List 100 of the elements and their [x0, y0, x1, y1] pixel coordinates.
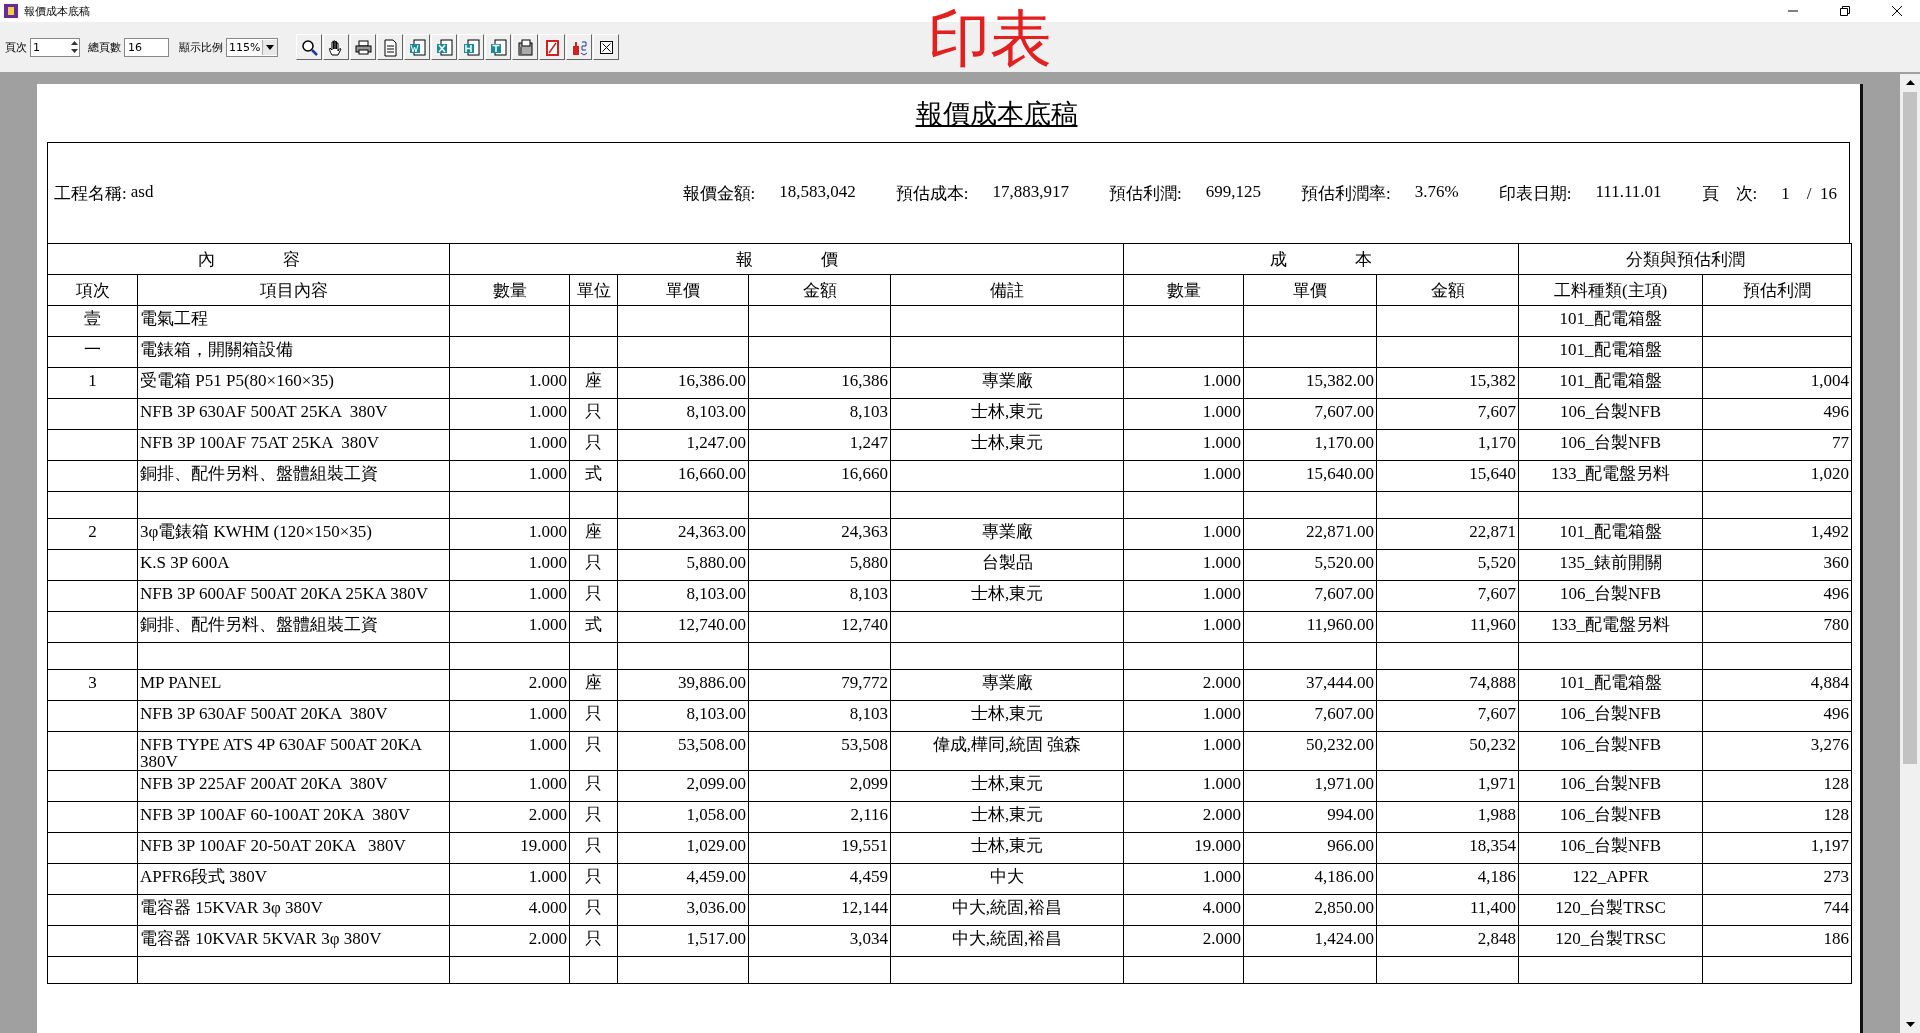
- table-cell: 1.000: [528, 553, 567, 572]
- table-cell: 50,232: [1469, 735, 1517, 754]
- table-cell: 966.00: [1327, 836, 1375, 855]
- hand-button[interactable]: [323, 34, 349, 60]
- table-cell: 133_配電盤另料: [1551, 615, 1671, 634]
- info-value: asd: [130, 181, 154, 203]
- zoom-button[interactable]: [296, 34, 322, 60]
- table-cell: 1.000: [528, 522, 567, 541]
- table-cell: 專業廠: [981, 673, 1033, 692]
- vertical-scrollbar[interactable]: [1900, 74, 1920, 1033]
- export-html-button[interactable]: [458, 34, 484, 60]
- table-cell: 4,186: [1477, 867, 1517, 886]
- table-cell: 1,971: [1477, 774, 1517, 793]
- table-cell: 39,886.00: [678, 673, 746, 692]
- table-cell: 19.000: [520, 836, 567, 855]
- table-cell: 2: [88, 522, 97, 541]
- table-cell: 106_台製NFB: [1560, 836, 1662, 855]
- table-cell: 只: [585, 735, 602, 754]
- zoom-label: 顯示比例: [179, 39, 223, 55]
- table-cell: 496: [1823, 704, 1850, 723]
- table-cell: 106_台製NFB: [1560, 584, 1662, 603]
- table-cell: 53,508: [841, 735, 888, 754]
- table-cell: 16,660.00: [678, 464, 746, 483]
- table-cell: 19,551: [841, 836, 888, 855]
- table-cell: 只: [585, 929, 602, 948]
- table-cell: 5,520.00: [1314, 553, 1375, 572]
- export-excel-button[interactable]: [431, 34, 457, 60]
- table-cell: 780: [1823, 615, 1850, 634]
- table-cell: 5,520: [1477, 553, 1517, 572]
- annotation-text: 印表: [928, 8, 1052, 70]
- table-cell: 15,640: [1469, 464, 1517, 483]
- table-cell: K.S 3P 600A: [140, 553, 230, 572]
- table-cell: 1,004: [1810, 371, 1850, 390]
- table-cell: 銅排、配件另料、盤體組裝工資: [140, 615, 378, 634]
- table-cell: 106_台製NFB: [1560, 704, 1662, 723]
- printer-icon: [353, 37, 373, 57]
- table-cell: 1,029.00: [686, 836, 746, 855]
- table-cell: 只: [585, 898, 602, 917]
- table-cell: 1,020: [1810, 464, 1850, 483]
- table-cell: 15,382.00: [1306, 371, 1375, 390]
- table-cell: 8,103: [849, 704, 888, 723]
- info-value: 699,125: [1205, 181, 1262, 203]
- table-cell: 電容器 10KVAR 5KVAR 3φ 380V: [140, 929, 382, 948]
- export-word-button[interactable]: [404, 34, 430, 60]
- table-cell: 5,880: [849, 553, 888, 572]
- table-cell: 2.000: [528, 929, 567, 948]
- table-cell: 120_台製TRSC: [1555, 898, 1666, 917]
- group-header: 成 本: [1123, 243, 1519, 275]
- table-cell: 1.000: [1202, 464, 1242, 483]
- export-fax-button[interactable]: [512, 34, 538, 60]
- table-cell: 106_台製NFB: [1560, 735, 1662, 754]
- table-cell: 1,247: [849, 433, 888, 452]
- table-cell: NFB 3P 100AF 60-100AT 20KA 380V: [140, 805, 411, 824]
- table-cell: 2.000: [1202, 929, 1242, 948]
- restore-icon: [1840, 6, 1850, 16]
- table-cell: 2.000: [528, 673, 567, 692]
- scroll-thumb[interactable]: [1903, 92, 1917, 764]
- table-cell: 3φ電錶箱 KWHM (120×150×35): [140, 522, 373, 541]
- table-cell: 496: [1823, 584, 1850, 603]
- total-pages-label: 總頁數: [88, 39, 121, 55]
- table-cell: 座: [585, 522, 602, 541]
- info-label: 預估利潤:: [1109, 182, 1182, 205]
- table-cell: 1.000: [1202, 867, 1242, 886]
- table-cell: 744: [1823, 898, 1850, 917]
- total-pages-field[interactable]: 16: [124, 37, 169, 57]
- table-cell: 1.000: [528, 433, 567, 452]
- zoom-dropdown[interactable]: 115%: [226, 37, 278, 57]
- table-cell: 273: [1823, 867, 1850, 886]
- export-text-button[interactable]: [485, 34, 511, 60]
- table-cell: 8,103.00: [686, 584, 746, 603]
- table-cell: 4,459.00: [686, 867, 746, 886]
- page-setup-button[interactable]: [377, 34, 403, 60]
- table-cell: 1,492: [1810, 522, 1850, 541]
- table-cell: 106_台製NFB: [1560, 774, 1662, 793]
- column-header: 項次: [47, 274, 138, 306]
- table-cell: 士林,東元: [970, 774, 1044, 793]
- page-number-field[interactable]: 1: [30, 37, 80, 57]
- table-cell: 7,607.00: [1314, 704, 1375, 723]
- close-preview-button[interactable]: [593, 34, 619, 60]
- table-cell: 1,424.00: [1314, 929, 1375, 948]
- table-cell: 2,116: [850, 805, 888, 824]
- column-header: 金額: [748, 274, 891, 306]
- table-cell: 電容器 15KVAR 3φ 380V: [140, 898, 323, 917]
- table-cell: 2.000: [528, 805, 567, 824]
- table-cell: 士林,東元: [970, 584, 1044, 603]
- table-cell: 122_APFR: [1572, 867, 1649, 886]
- table-cell: 53,508.00: [678, 735, 746, 754]
- table-cell: 1,247.00: [686, 433, 746, 452]
- table-cell: 7,607.00: [1314, 584, 1375, 603]
- table-cell: 24,363: [841, 522, 888, 541]
- table-cell: 1: [88, 371, 97, 390]
- export-pdf-button[interactable]: [539, 34, 565, 60]
- text-document-icon: [488, 37, 508, 57]
- table-cell: 1.000: [1202, 774, 1242, 793]
- export-settings-button[interactable]: [566, 34, 592, 60]
- table-cell: 專業廠: [981, 371, 1033, 390]
- table-cell: 式: [585, 615, 602, 634]
- table-cell: 只: [585, 805, 602, 824]
- search-icon: [299, 37, 319, 57]
- print-button[interactable]: [350, 34, 376, 60]
